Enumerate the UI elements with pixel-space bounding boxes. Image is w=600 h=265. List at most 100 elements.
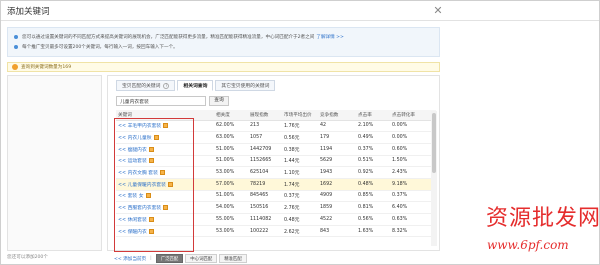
cell-cvr: 0.00%	[390, 131, 436, 144]
cell-cvr: 2.43%	[390, 166, 436, 179]
add-current-page-link[interactable]: << 添加当前页	[114, 256, 146, 262]
cell-comp: 1194	[318, 143, 356, 156]
cell-bid: 1.76元	[282, 120, 318, 133]
cell-comp: 1943	[318, 166, 356, 179]
cell-rel: 55.00%	[214, 213, 248, 226]
cell-rel: 57.00%	[214, 178, 248, 191]
cell-comp: 42	[318, 120, 356, 133]
cell-bid: 2.62元	[282, 225, 318, 238]
cell-comp: 179	[318, 131, 356, 144]
dialog-title: 添加关键词	[7, 6, 50, 17]
scrollbar-thumb[interactable]	[432, 113, 436, 173]
tab-other-items[interactable]: 其它宝贝使用的关键词	[215, 80, 276, 91]
cell-ctr: 0.85%	[356, 190, 390, 203]
watermark-title: 资源批发网	[486, 206, 600, 231]
bullet-icon	[14, 35, 18, 39]
cell-rel: 63.00%	[214, 131, 248, 144]
tab-bar: 宝贝匹配的关键词 ? 相关词查询 其它宝贝使用的关键词	[116, 80, 277, 91]
cell-rel: 51.00%	[214, 143, 248, 156]
tab-related-query[interactable]: 相关词查询	[177, 80, 214, 91]
cell-ctr: 0.37%	[356, 143, 390, 156]
cell-ctr: 2.10%	[356, 120, 390, 133]
cell-cvr: 8.32%	[390, 225, 436, 238]
cell-show: 78219	[248, 178, 282, 191]
col-conversion[interactable]: 点击转化率	[390, 110, 436, 121]
tab-label: 相关词查询	[183, 84, 208, 89]
col-avg-bid[interactable]: 市场平均出价	[282, 110, 318, 121]
cell-cvr: 0.60%	[390, 143, 436, 156]
cell-show: 845465	[248, 190, 282, 203]
cell-cvr: 0.37%	[390, 190, 436, 203]
cell-ctr: 0.92%	[356, 166, 390, 179]
cell-show: 1057	[248, 131, 282, 144]
cell-bid: 0.37元	[282, 190, 318, 203]
search-button[interactable]: 查询	[209, 96, 229, 106]
tab-item-matched[interactable]: 宝贝匹配的关键词 ?	[116, 80, 176, 91]
cell-cvr: 1.50%	[390, 155, 436, 168]
cell-rel: 54.00%	[214, 201, 248, 214]
cell-comp: 843	[318, 225, 356, 238]
cell-ctr: 0.56%	[356, 213, 390, 226]
cell-show: 625104	[248, 166, 282, 179]
cell-comp: 1692	[318, 178, 356, 191]
cell-rel: 53.00%	[214, 166, 248, 179]
cell-show: 1442709	[248, 143, 282, 156]
cell-comp: 5629	[318, 155, 356, 168]
cell-bid: 1.10元	[282, 166, 318, 179]
cell-bid: 2.76元	[282, 201, 318, 214]
cell-cvr: 6.40%	[390, 201, 436, 214]
cell-bid: 1.74元	[282, 178, 318, 191]
separator: |	[150, 256, 152, 261]
keyword-highlight-box	[114, 118, 194, 252]
dialog-titlebar: 添加关键词	[1, 1, 599, 21]
query-result-text: 查询到关键词数量为169	[21, 65, 72, 70]
learn-more-link[interactable]: 了解详情 >>	[316, 34, 344, 40]
cell-cvr: 0.63%	[390, 213, 436, 226]
bottom-action-bar: << 添加当前页 | 广泛匹配 中心词匹配 精准匹配	[114, 254, 249, 263]
cell-bid: 0.38元	[282, 143, 318, 156]
col-ctr[interactable]: 点击率	[356, 110, 390, 121]
col-competition[interactable]: 竞争指数	[318, 110, 356, 121]
cell-show: 100222	[248, 225, 282, 238]
cell-comp: 4909	[318, 190, 356, 203]
cell-ctr: 0.81%	[356, 201, 390, 214]
remaining-count: 您还可以添加200个	[7, 255, 48, 260]
cell-rel: 51.00%	[214, 155, 248, 168]
col-impressions[interactable]: 展现指数	[248, 110, 282, 121]
keyword-search-input[interactable]: 儿童内衣套装	[116, 96, 206, 106]
cell-rel: 62.00%	[214, 120, 248, 133]
cell-show: 1114082	[248, 213, 282, 226]
close-icon[interactable]: ✕	[432, 5, 444, 17]
cell-show: 213	[248, 120, 282, 133]
tab-label: 宝贝匹配的关键词	[122, 84, 161, 89]
tip-text: 每个推广宝贝最多可设置200个关键词，每行输入一词，按回车输入下一个。	[22, 45, 178, 50]
cell-show: 150516	[248, 201, 282, 214]
info-icon	[12, 64, 18, 70]
cell-cvr: 9.18%	[390, 178, 436, 191]
cell-comp: 4522	[318, 213, 356, 226]
cell-ctr: 0.51%	[356, 155, 390, 168]
col-relevance[interactable]: 相关度	[214, 110, 248, 121]
keyword-input-area[interactable]	[7, 75, 102, 251]
phrase-match-button[interactable]: 中心词匹配	[185, 254, 218, 263]
tips-panel: 您可以通过设置关键词的不同匹配方式来提高关键词的展现机会，广泛匹配能获得更多流量…	[7, 27, 440, 57]
cell-show: 1152665	[248, 155, 282, 168]
bullet-icon	[14, 45, 18, 49]
tip-text: 您可以通过设置关键词的不同匹配方式来提高关键词的展现机会，广泛匹配能获得更多流量…	[22, 35, 315, 40]
query-result-notice: 查询到关键词数量为169	[7, 62, 440, 72]
exact-match-button[interactable]: 精准匹配	[219, 254, 247, 263]
cell-rel: 53.00%	[214, 225, 248, 238]
tip-row: 您可以通过设置关键词的不同匹配方式来提高关键词的展现机会，广泛匹配能获得更多流量…	[14, 32, 433, 42]
cell-ctr: 1.63%	[356, 225, 390, 238]
cell-bid: 0.48元	[282, 213, 318, 226]
broad-match-button[interactable]: 广泛匹配	[155, 254, 184, 263]
cell-ctr: 0.48%	[356, 178, 390, 191]
cell-bid: 1.44元	[282, 155, 318, 168]
watermark-url: www.6pf.com	[487, 238, 569, 252]
cell-cvr: 0.00%	[390, 120, 436, 133]
tab-label: 其它宝贝使用的关键词	[221, 84, 270, 89]
help-icon[interactable]: ?	[163, 82, 170, 89]
cell-bid: 0.56元	[282, 131, 318, 144]
cell-rel: 51.00%	[214, 190, 248, 203]
cell-ctr: 0.49%	[356, 131, 390, 144]
